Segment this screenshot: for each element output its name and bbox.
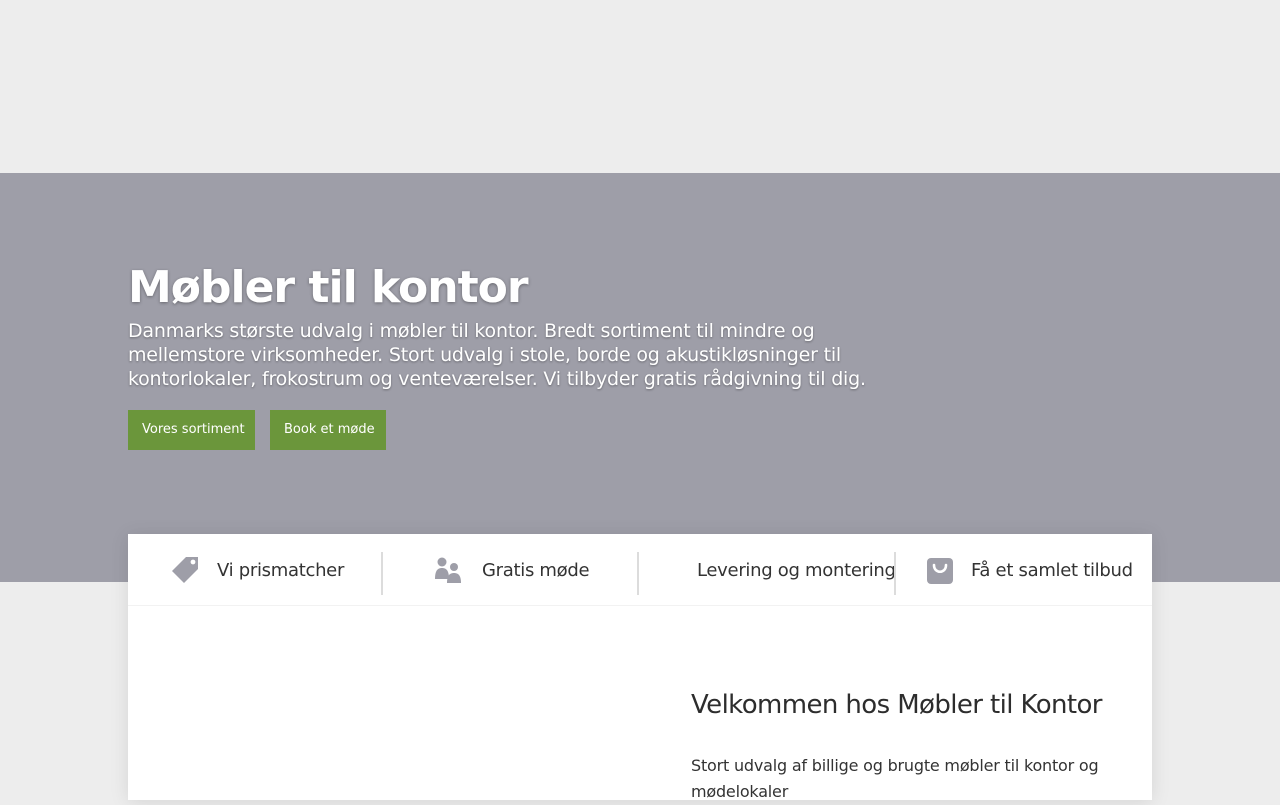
welcome-text: Stort udvalg af billige og brugte møbler… — [691, 756, 1099, 801]
book-meeting-button[interactable]: Book et møde — [270, 410, 386, 450]
people-icon — [435, 557, 461, 583]
hero-title: Møbler til kontor — [128, 262, 529, 313]
feature-label: Få et samlet tilbud — [971, 559, 1133, 581]
feature-divider — [637, 552, 639, 595]
feature-combined-offer[interactable]: Få et samlet tilbud — [924, 534, 1133, 606]
features-bar: Vi prismatcher Gratis møde Levering og m… — [128, 534, 1152, 606]
hero-subtitle: Danmarks største udvalg i møbler til kon… — [128, 320, 866, 390]
price-tag-icon — [172, 557, 198, 583]
header-area — [0, 0, 1280, 173]
welcome-title: Velkommen hos Møbler til Kontor — [691, 690, 1102, 720]
feature-divider — [894, 552, 896, 595]
our-assortment-button[interactable]: Vores sortiment — [128, 410, 255, 450]
feature-label: Vi prismatcher — [217, 559, 345, 581]
feature-delivery-assembly[interactable]: Levering og montering — [697, 534, 896, 606]
feature-label: Levering og montering — [697, 559, 896, 581]
shopping-bag-icon — [927, 558, 953, 584]
content-card: Vi prismatcher Gratis møde Levering og m… — [128, 534, 1152, 801]
feature-divider — [381, 552, 383, 595]
feature-label: Gratis møde — [482, 559, 590, 581]
feature-free-meeting[interactable]: Gratis møde — [432, 534, 590, 606]
feature-price-match[interactable]: Vi prismatcher — [169, 534, 344, 606]
